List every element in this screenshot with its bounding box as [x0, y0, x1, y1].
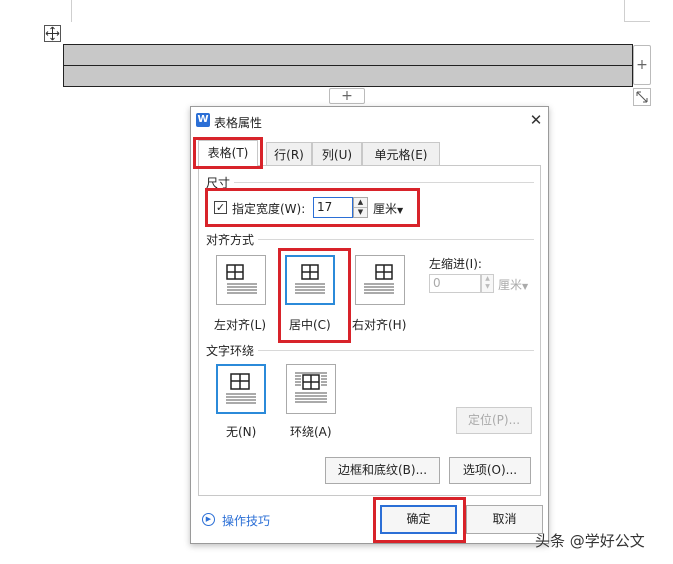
tab-column-label: 列(U) [321, 148, 353, 162]
alignment-section-label: 对齐方式 [206, 231, 259, 248]
spin-up-icon[interactable]: ▲ [482, 275, 493, 283]
tab-column[interactable]: 列(U) [312, 142, 362, 166]
wrap-around-label: 环绕(A) [290, 425, 332, 439]
tips-link[interactable]: 操作技巧 [222, 512, 270, 529]
options-button[interactable]: 选项(O)... [449, 457, 531, 484]
highlight-align-center [278, 248, 351, 343]
wrap-section-label: 文字环绕 [206, 342, 259, 359]
tab-row[interactable]: 行(R) [266, 142, 312, 166]
align-right-label: 右对齐(H) [352, 318, 407, 332]
dialog-title: 表格属性 [214, 116, 263, 130]
highlight-width-field [205, 188, 420, 227]
alignment-section-divider [258, 239, 534, 240]
align-left-option[interactable] [216, 255, 266, 305]
wrap-around-icon [295, 372, 327, 403]
align-left-icon [226, 264, 257, 294]
wrap-none-label: 无(N) [226, 425, 257, 439]
close-icon[interactable]: ✕ [528, 112, 544, 128]
table-row-1[interactable] [63, 44, 633, 66]
align-right-icon [364, 264, 394, 294]
add-row-button[interactable]: + [329, 88, 365, 104]
align-left-label: 左对齐(L) [214, 318, 267, 332]
page-edge-corner [624, 21, 650, 22]
left-indent-spinner[interactable]: ▲ ▼ [481, 274, 494, 293]
left-indent-input[interactable]: 0 [429, 274, 481, 293]
tab-row-label: 行(R) [274, 148, 304, 162]
spin-down-icon[interactable]: ▼ [482, 283, 493, 291]
page-edge-right [624, 0, 625, 22]
page-edge-left [71, 0, 72, 22]
tab-cell[interactable]: 单元格(E) [362, 142, 440, 166]
wrap-none-icon [226, 373, 256, 404]
plus-icon: + [636, 57, 648, 73]
tab-cell-label: 单元格(E) [374, 148, 428, 162]
highlight-ok-button [373, 497, 466, 543]
watermark: 头条 @学好公文 [535, 532, 645, 550]
left-indent-label: 左缩进(I): [429, 257, 482, 271]
chevron-down-icon: ▼ [522, 282, 529, 291]
plus-icon: + [341, 88, 353, 104]
align-right-option[interactable] [355, 255, 405, 305]
position-button[interactable]: 定位(P)... [456, 407, 532, 434]
table-row-2[interactable] [63, 65, 633, 87]
left-indent-unit-dropdown[interactable]: 厘米▼ [498, 276, 528, 293]
left-indent-unit-label: 厘米 [498, 278, 523, 292]
table-move-handle-icon[interactable] [44, 25, 61, 42]
wrap-section-divider [258, 350, 534, 351]
wrap-around-option[interactable] [286, 364, 336, 414]
wrap-none-option[interactable] [216, 364, 266, 414]
borders-shading-button[interactable]: 边框和底纹(B)... [325, 457, 440, 484]
play-icon: ▶ [202, 513, 215, 526]
wps-app-icon: W [196, 113, 210, 127]
cancel-button[interactable]: 取消 [466, 505, 543, 534]
highlight-tab-table [193, 137, 263, 169]
add-column-button[interactable]: + [633, 45, 651, 85]
size-section-divider [232, 182, 534, 183]
table-resize-handle-icon[interactable] [633, 88, 651, 106]
